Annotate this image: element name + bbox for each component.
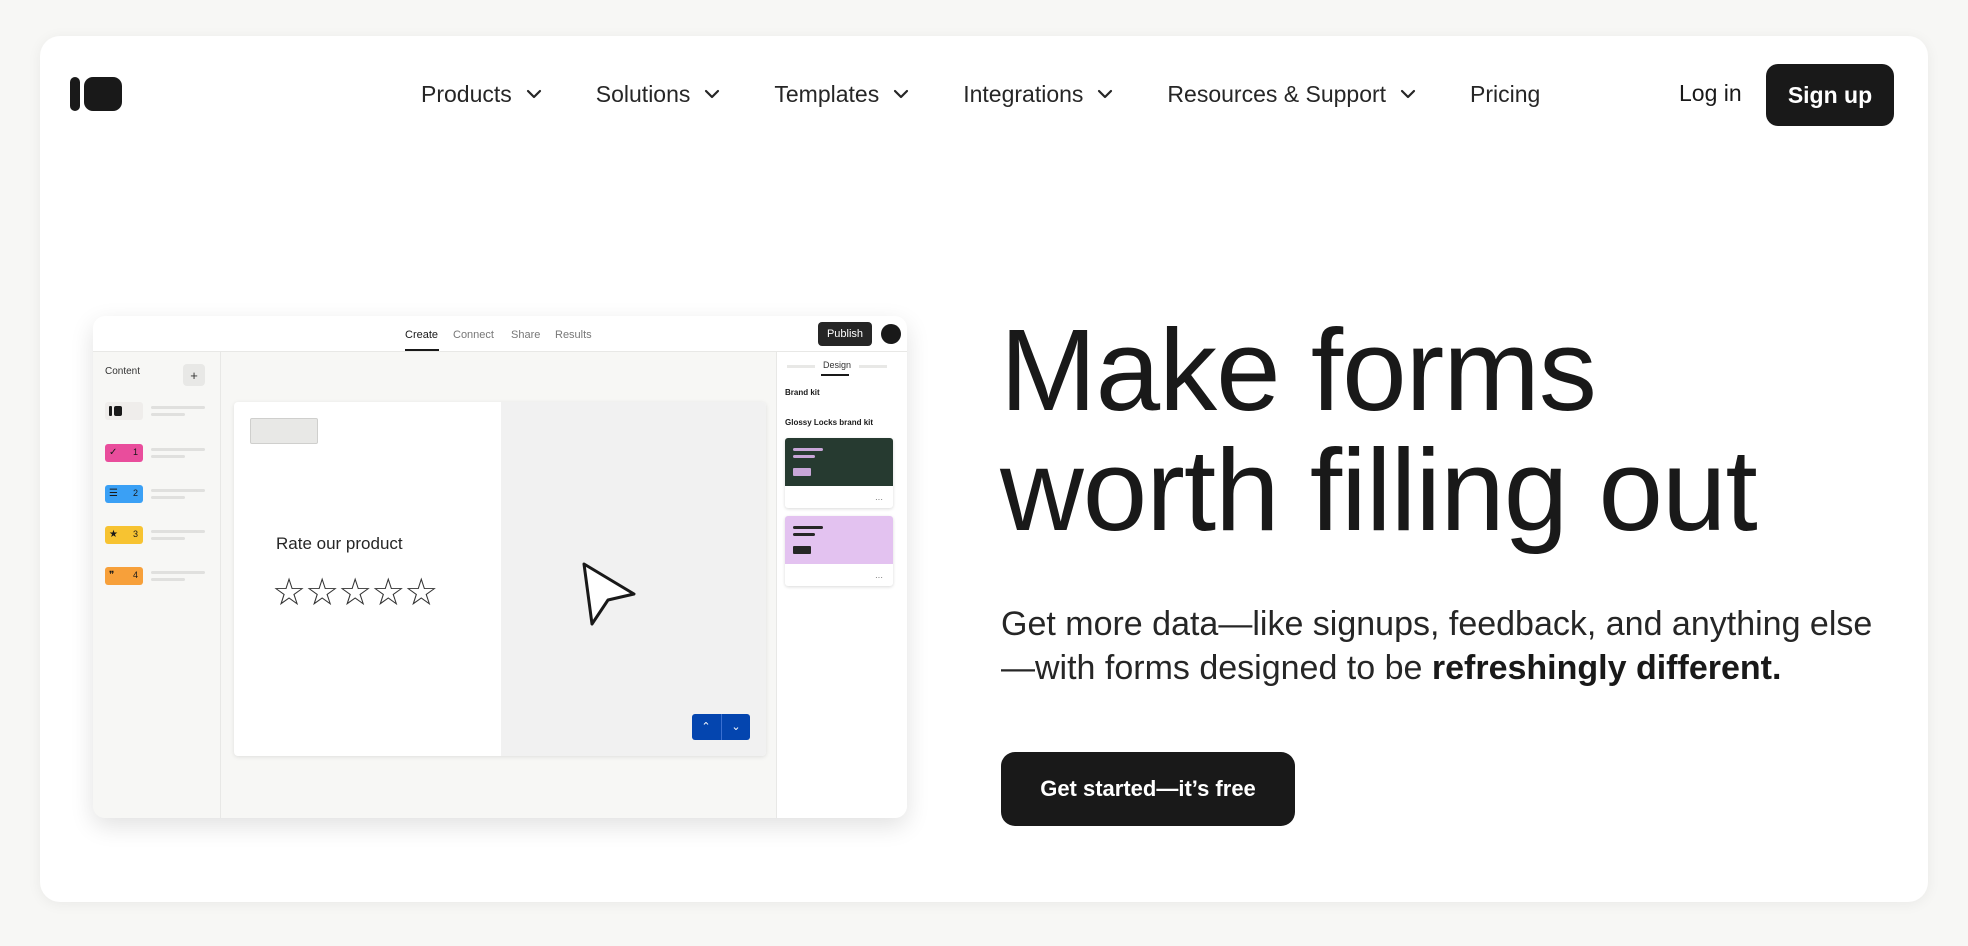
subtext-emphasis: refreshingly different.	[1431, 649, 1782, 687]
nav-resources-label: Resources & Support	[1167, 80, 1387, 107]
mockup-avatar	[881, 324, 901, 344]
typeform-logo[interactable]	[70, 77, 122, 111]
mockup-form-preview: Rate our product ☆☆☆☆☆ ⌃ ⌄	[234, 402, 766, 756]
list-question-icon: ☰ 2	[105, 485, 143, 503]
nav-products-label: Products	[421, 80, 512, 107]
mockup-tab-results: Results	[555, 329, 592, 341]
mockup-design-panel: Design Brand kit Glossy Locks brand kit …	[776, 352, 907, 818]
chevron-down-icon	[526, 89, 541, 99]
signup-button[interactable]: Sign up	[1766, 64, 1894, 126]
placeholder-line	[151, 530, 205, 533]
headline-line-1: Make forms	[1000, 305, 1597, 435]
nav-solutions-label: Solutions	[595, 80, 691, 107]
mockup-question-item: ✓ 1	[105, 444, 215, 464]
swatch-line	[793, 526, 823, 529]
mockup-question-text: Rate our product	[276, 534, 403, 553]
mockup-question-nav: ⌃ ⌄	[692, 714, 750, 740]
star-icon: ★	[109, 529, 118, 540]
cursor-arrow-icon	[582, 562, 636, 626]
placeholder-tab	[787, 365, 815, 368]
mockup-add-button: +	[183, 364, 205, 386]
nav-solutions[interactable]: Solutions	[596, 81, 721, 108]
mockup-welcome-item	[105, 402, 215, 422]
list-icon: ☰	[109, 488, 118, 499]
checkbox-question-icon: ✓ 1	[105, 444, 143, 462]
mockup-theme-card: ···	[785, 438, 893, 508]
placeholder-line	[151, 455, 185, 458]
statement-question-icon: ❞ 4	[105, 567, 143, 585]
mockup-question-item: ★ 3	[105, 526, 215, 546]
placeholder-line	[151, 537, 185, 540]
hero-headline: Make forms worth filling out	[1000, 310, 1860, 550]
mockup-tab-connect: Connect	[453, 329, 494, 341]
swatch-line	[793, 533, 815, 536]
more-icon: ···	[875, 573, 883, 582]
mockup-tab-share: Share	[511, 329, 541, 341]
product-mockup: Create Connect Share Results Publish Con…	[93, 316, 907, 818]
nav-pricing[interactable]: Pricing	[1470, 81, 1540, 108]
mockup-logo-placeholder	[250, 418, 318, 444]
mockup-topbar: Create Connect Share Results Publish	[93, 316, 907, 352]
more-icon: ···	[875, 495, 883, 504]
swatch-line	[793, 448, 823, 451]
chevron-down-icon	[1400, 89, 1416, 99]
question-number: 2	[132, 488, 138, 498]
mockup-question-item: ☰ 2	[105, 485, 215, 505]
chevron-down-icon	[1098, 89, 1113, 99]
nav-integrations[interactable]: Integrations	[963, 81, 1113, 108]
chevron-down-icon: ⌄	[731, 721, 741, 733]
welcome-screen-icon	[105, 402, 143, 420]
mockup-publish-button: Publish	[818, 322, 872, 346]
nav-pricing-label: Pricing	[1470, 80, 1541, 107]
question-number: 1	[132, 447, 138, 457]
mockup-question-item: ❞ 4	[105, 567, 215, 587]
question-number: 4	[132, 570, 138, 580]
design-tab-underline	[821, 374, 849, 376]
login-link[interactable]: Log in	[1679, 80, 1742, 107]
mockup-tab-underline	[405, 349, 439, 351]
placeholder-line	[151, 413, 185, 416]
chevron-down-icon	[705, 89, 720, 99]
nav-resources-support[interactable]: Resources & Support	[1167, 81, 1416, 108]
placeholder-line	[151, 496, 185, 499]
swatch-button	[793, 468, 811, 476]
mockup-sidebar-title: Content	[105, 366, 141, 377]
mockup-brand-kit-label: Brand kit	[785, 388, 820, 397]
swatch-line	[793, 455, 815, 458]
rating-question-icon: ★ 3	[105, 526, 143, 544]
logo-block	[84, 77, 122, 111]
nav-templates-label: Templates	[774, 80, 880, 107]
mockup-theme-card: ···	[785, 516, 893, 586]
placeholder-line	[151, 571, 205, 574]
mockup-content-sidebar: Content + ✓ 1 ☰ 2 ★ 3 ❞ 4	[93, 352, 221, 818]
swatch-button	[793, 546, 811, 554]
mockup-star-rating: ☆☆☆☆☆	[272, 572, 438, 614]
logo-bar	[70, 77, 80, 111]
chevron-up-icon: ⌃	[701, 721, 711, 733]
chevron-down-icon	[894, 89, 909, 99]
theme-swatch	[785, 516, 893, 564]
placeholder-line	[151, 489, 205, 492]
quote-icon: ❞	[109, 570, 115, 581]
mockup-design-tab: Design	[823, 360, 852, 370]
headline-line-2: worth filling out	[1000, 425, 1758, 555]
theme-swatch	[785, 438, 893, 486]
nav-integrations-label: Integrations	[963, 80, 1084, 107]
mockup-brand-kit-name: Glossy Locks brand kit	[785, 418, 874, 427]
placeholder-tab	[859, 365, 887, 368]
check-icon: ✓	[109, 447, 118, 458]
get-started-button[interactable]: Get started—it’s free	[1001, 752, 1295, 826]
main-nav: Products Solutions Templates Integration…	[421, 76, 1540, 112]
nav-templates[interactable]: Templates	[774, 81, 909, 108]
hero-subtext: Get more data—like signups, feedback, an…	[1001, 602, 1881, 690]
mockup-tab-create: Create	[405, 329, 439, 341]
nav-products[interactable]: Products	[421, 81, 542, 108]
question-number: 3	[132, 529, 138, 539]
placeholder-line	[151, 448, 205, 451]
placeholder-line	[151, 406, 205, 409]
placeholder-line	[151, 578, 185, 581]
